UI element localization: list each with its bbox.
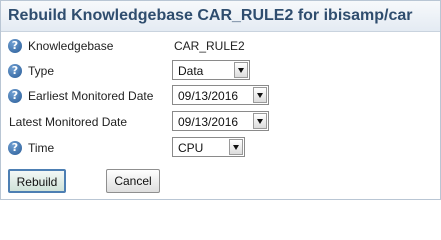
earliest-date-value: 09/13/2016 bbox=[178, 89, 239, 103]
latest-date-value: 09/13/2016 bbox=[178, 115, 239, 129]
dropdown-arrow-icon[interactable] bbox=[229, 139, 243, 155]
dialog-title-bar: Rebuild Knowledgebase CAR_RULE2 for ibis… bbox=[1, 1, 440, 32]
type-row: ? Type Data bbox=[1, 60, 440, 82]
dropdown-arrow-icon[interactable] bbox=[253, 87, 267, 103]
time-select-value: CPU bbox=[178, 141, 204, 155]
earliest-date-select[interactable]: 09/13/2016 bbox=[172, 85, 269, 105]
type-select[interactable]: Data bbox=[172, 60, 250, 80]
help-icon[interactable]: ? bbox=[8, 39, 22, 53]
cancel-button[interactable]: Cancel bbox=[106, 169, 160, 193]
type-select-value: Data bbox=[178, 64, 204, 78]
dropdown-arrow-icon[interactable] bbox=[253, 113, 267, 129]
help-icon[interactable]: ? bbox=[8, 64, 22, 78]
knowledgebase-label: Knowledgebase bbox=[28, 39, 114, 53]
latest-date-label: Latest Monitored Date bbox=[9, 115, 128, 129]
time-row: ? Time CPU bbox=[1, 137, 440, 159]
earliest-date-row: ? Earliest Monitored Date 09/13/2016 bbox=[1, 85, 440, 107]
help-icon[interactable]: ? bbox=[8, 141, 22, 155]
latest-date-row: Latest Monitored Date 09/13/2016 bbox=[1, 111, 440, 133]
knowledgebase-row: ? Knowledgebase CAR_RULE2 bbox=[1, 35, 440, 57]
rebuild-knowledgebase-dialog: Rebuild Knowledgebase CAR_RULE2 for ibis… bbox=[0, 0, 441, 200]
time-select[interactable]: CPU bbox=[172, 137, 245, 157]
help-icon[interactable]: ? bbox=[8, 89, 22, 103]
time-label: Time bbox=[28, 141, 55, 155]
earliest-date-label: Earliest Monitored Date bbox=[28, 89, 154, 103]
latest-date-select[interactable]: 09/13/2016 bbox=[172, 111, 269, 131]
dialog-title: Rebuild Knowledgebase CAR_RULE2 for ibis… bbox=[8, 7, 413, 24]
dropdown-arrow-icon[interactable] bbox=[234, 62, 248, 78]
rebuild-button[interactable]: Rebuild bbox=[8, 169, 66, 193]
type-label: Type bbox=[28, 64, 55, 78]
knowledgebase-value: CAR_RULE2 bbox=[174, 39, 245, 53]
